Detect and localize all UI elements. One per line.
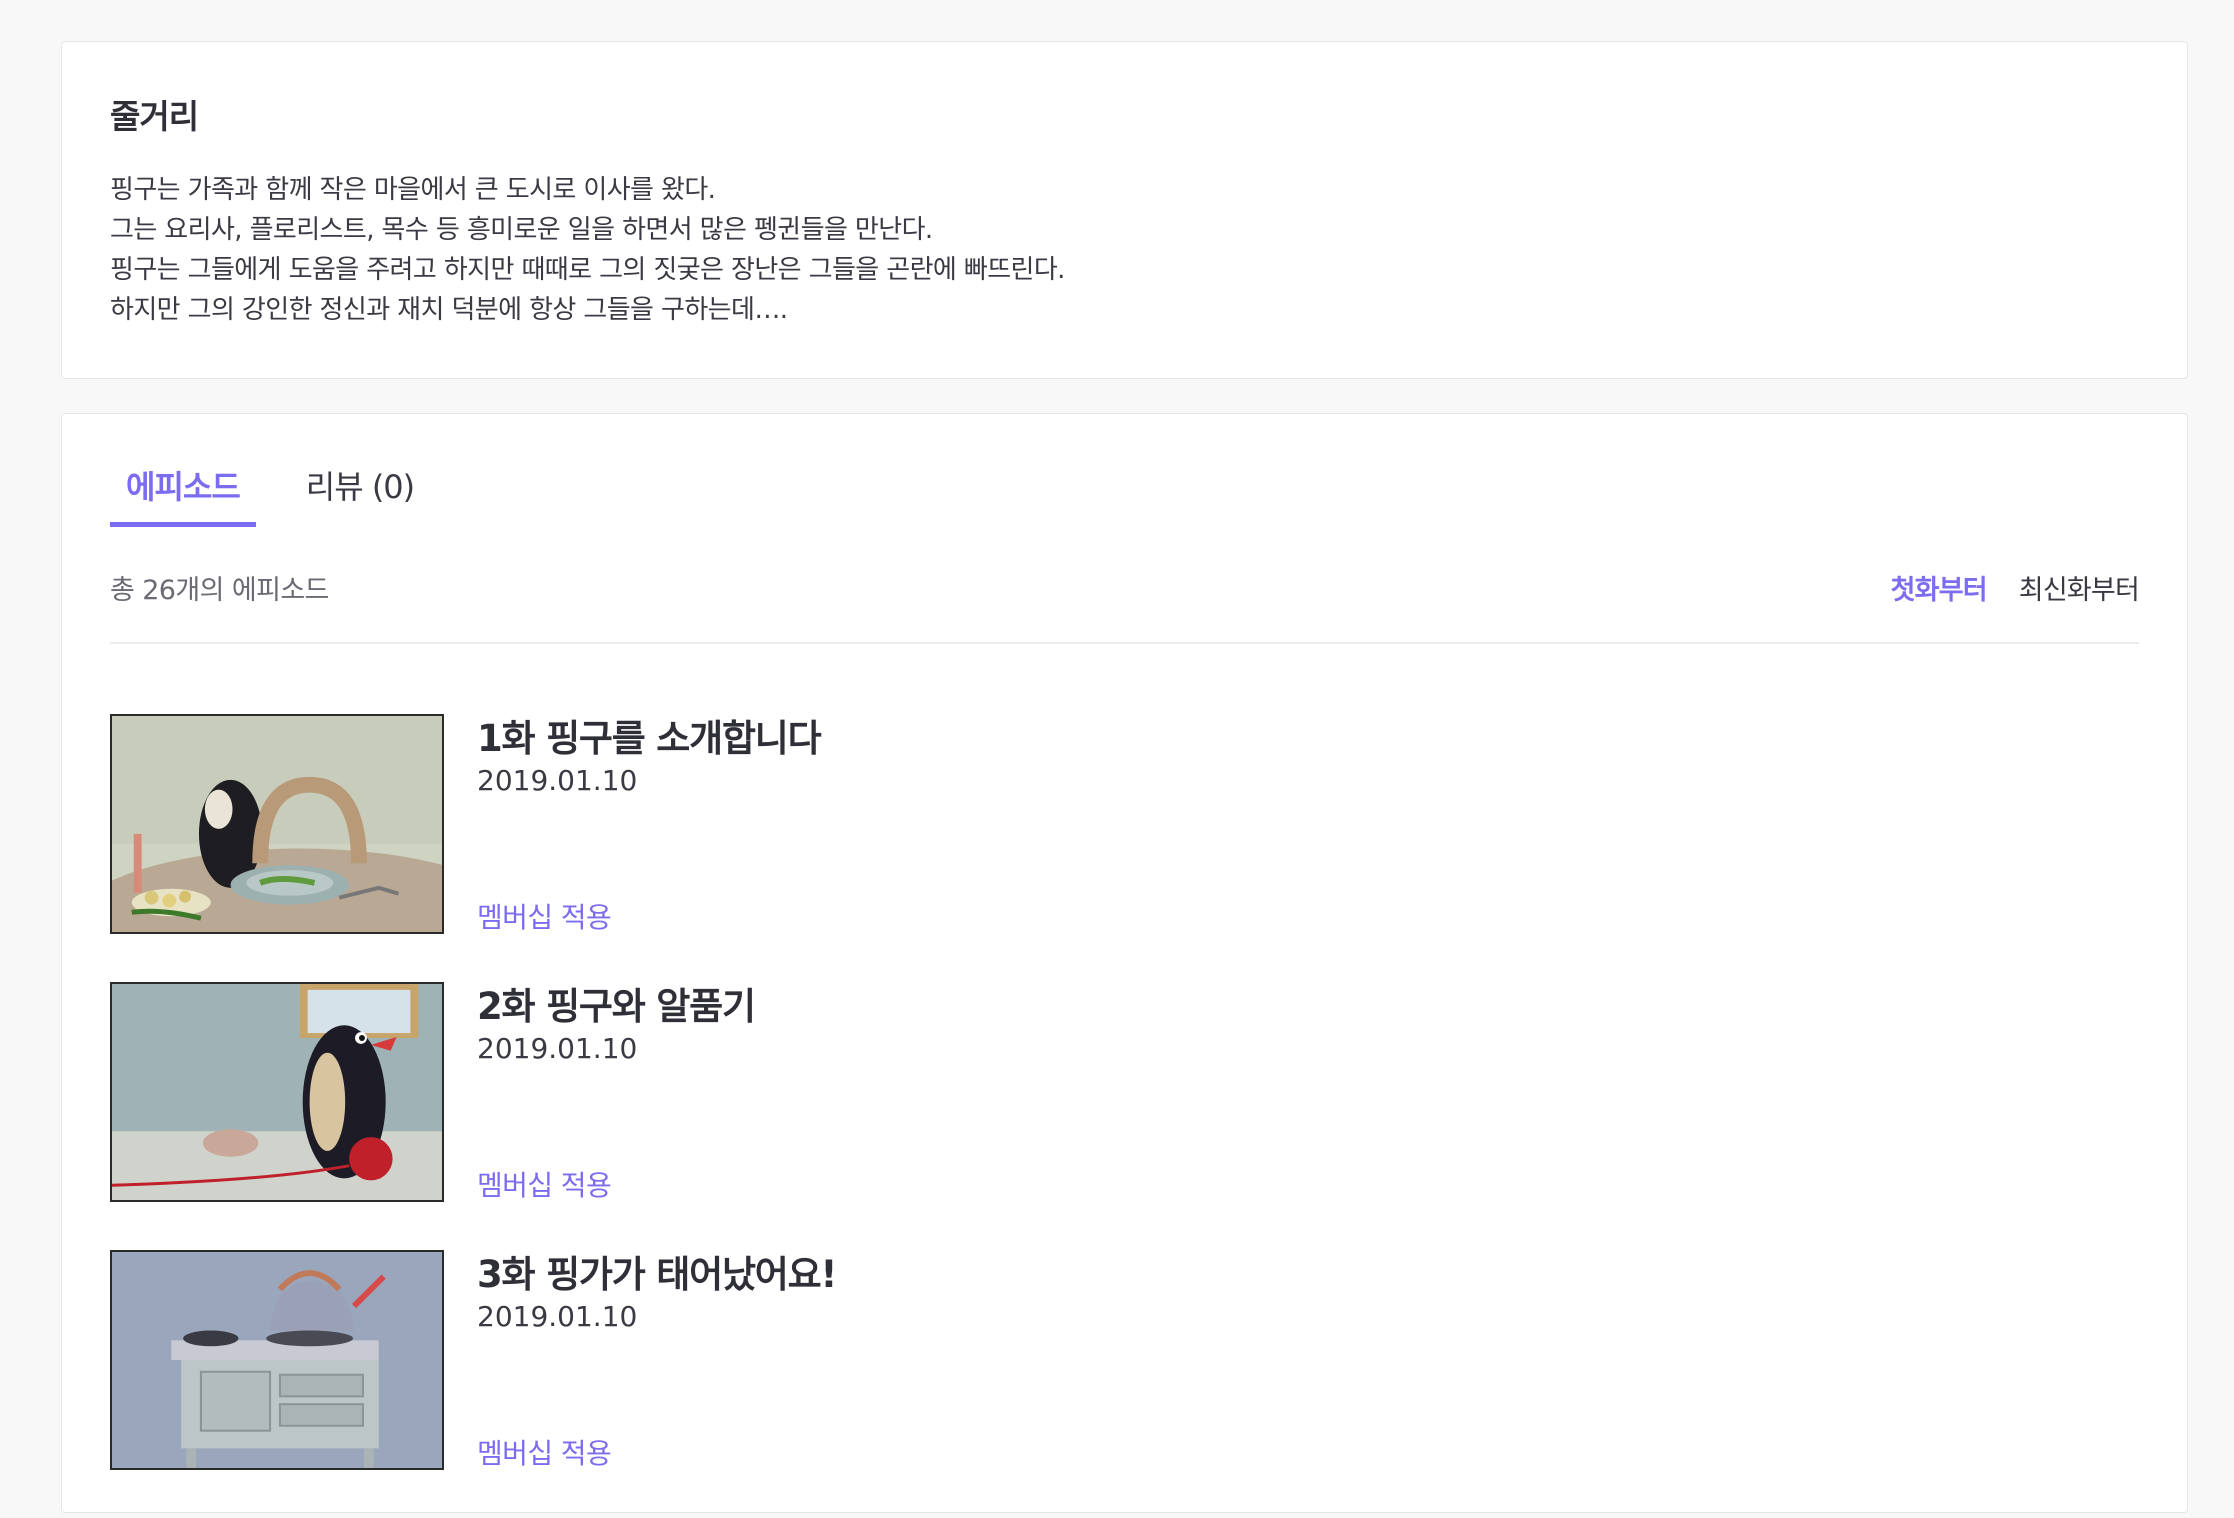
tab-reviews[interactable]: 리뷰 (0): [290, 462, 430, 527]
pingu-dinner-table-thumbnail: [112, 716, 442, 932]
episode-item[interactable]: 2화 핑구와 알품기 2019.01.10 멤버십 적용: [110, 982, 2140, 1250]
episode-item[interactable]: 1화 핑구를 소개합니다 2019.01.10 멤버십 적용: [110, 714, 2140, 982]
episode-thumbnail[interactable]: [110, 1250, 444, 1470]
sort-latest-button[interactable]: 최신화부터: [2019, 568, 2140, 607]
episode-date: 2019.01.10: [477, 1032, 638, 1065]
membership-badge: 멤버십 적용: [477, 901, 612, 934]
sort-options: 첫화부터 최신화부터: [1891, 568, 2140, 607]
episode-count: 총 26개의 에피소드: [110, 575, 329, 606]
sort-first-button[interactable]: 첫화부터: [1891, 568, 1988, 607]
episode-date: 2019.01.10: [477, 764, 638, 797]
membership-badge: 멤버십 적용: [477, 1437, 612, 1470]
episodes-card: 에피소드 리뷰 (0) 총 26개의 에피소드 첫화부터 최신화부터 1화 핑구…: [61, 413, 2188, 1513]
episode-title[interactable]: 1화 핑구를 소개합니다: [477, 708, 822, 762]
synopsis-text: 핑구는 가족과 함께 작은 마을에서 큰 도시로 이사를 왔다. 그는 요리사,…: [110, 170, 1065, 330]
episode-title[interactable]: 3화 핑가가 태어났어요!: [477, 1244, 837, 1298]
synopsis-card: 줄거리 핑구는 가족과 함께 작은 마을에서 큰 도시로 이사를 왔다. 그는 …: [61, 41, 2188, 379]
membership-badge: 멤버십 적용: [477, 1169, 612, 1202]
episode-date: 2019.01.10: [477, 1300, 638, 1333]
kettle-stove-thumbnail: [112, 1252, 442, 1468]
divider: [110, 642, 2139, 644]
pingu-yarn-ball-thumbnail: [112, 984, 442, 1200]
synopsis-line: 하지만 그의 강인한 정신과 재치 덕분에 항상 그들을 구하는데….: [110, 295, 788, 325]
tab-bar: 에피소드 리뷰 (0): [110, 462, 464, 527]
episode-thumbnail[interactable]: [110, 982, 444, 1202]
synopsis-line: 핑구는 가족과 함께 작은 마을에서 큰 도시로 이사를 왔다.: [110, 175, 716, 205]
episode-list: 1화 핑구를 소개합니다 2019.01.10 멤버십 적용 2화 핑구와 알품…: [110, 714, 2140, 1518]
tab-episodes[interactable]: 에피소드: [110, 462, 256, 527]
synopsis-heading: 줄거리: [110, 97, 199, 136]
synopsis-line: 그는 요리사, 플로리스트, 목수 등 흥미로운 일을 하면서 많은 펭귄들을 …: [110, 215, 933, 245]
synopsis-line: 핑구는 그들에게 도움을 주려고 하지만 때때로 그의 짓궂은 장난은 그들을 …: [110, 255, 1065, 285]
episode-item[interactable]: 3화 핑가가 태어났어요! 2019.01.10 멤버십 적용: [110, 1250, 2140, 1518]
episode-title[interactable]: 2화 핑구와 알품기: [477, 976, 756, 1030]
episode-thumbnail[interactable]: [110, 714, 444, 934]
